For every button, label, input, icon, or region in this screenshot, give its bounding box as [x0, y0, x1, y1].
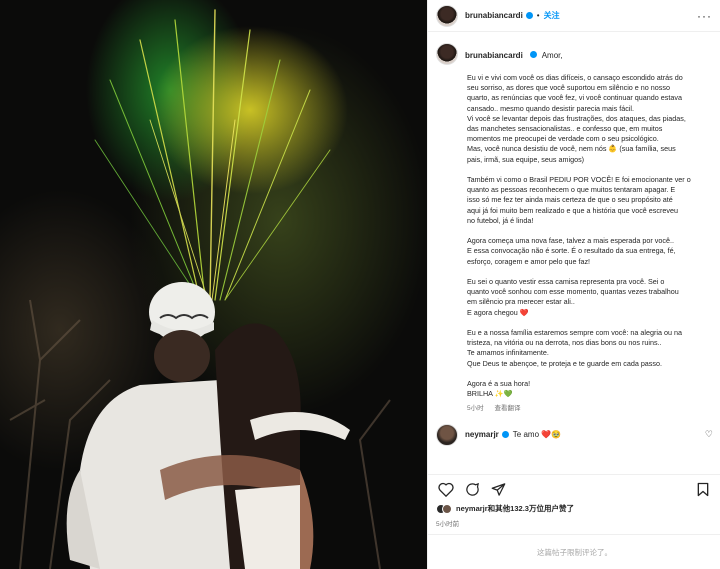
author-username[interactable]: brunabiancardi — [465, 11, 523, 20]
comment-username[interactable]: neymarjr — [465, 430, 499, 439]
action-bar — [428, 474, 720, 504]
caption-first-line: Amor, — [541, 51, 563, 60]
comment-icon[interactable] — [462, 480, 482, 500]
share-icon[interactable] — [488, 480, 508, 500]
comment-row: neymarjr Te amo ❤️🥹 ♡ — [436, 423, 713, 446]
likes-text: neymarjr和其他132.3万位用户赞了 — [456, 504, 574, 513]
like-icon[interactable] — [436, 480, 456, 500]
save-bookmark-icon[interactable] — [693, 480, 713, 500]
caption-time: 5小时 — [467, 404, 484, 412]
caption-text: Eu vi e vivi com você os dias difíceis, … — [467, 73, 691, 399]
separator-dot: • — [536, 11, 540, 20]
comment-like-icon[interactable]: ♡ — [705, 429, 713, 440]
caption-verified-badge-icon — [530, 51, 538, 58]
caption-header: brunabiancardi Amor, — [436, 43, 713, 67]
verified-badge-icon — [525, 12, 533, 19]
follow-button[interactable]: 关注 — [544, 10, 560, 21]
caption-first-line-row: brunabiancardi Amor, — [465, 43, 563, 67]
comment-verified-badge-icon — [501, 431, 509, 438]
caption-meta: 5小时 查看翻译 — [467, 402, 713, 412]
post-photo[interactable] — [0, 0, 427, 569]
translate-link[interactable]: 查看翻译 — [494, 405, 520, 412]
comment-text: Te amo ❤️🥹 — [512, 430, 562, 439]
caption-scroll-area[interactable]: brunabiancardi Amor, Eu vi e vivi com vo… — [428, 33, 720, 446]
post-header: brunabiancardi • 关注 ··· — [428, 0, 720, 32]
post-side-panel: brunabiancardi • 关注 ··· brunabiancardi A… — [427, 0, 720, 569]
comment-avatar[interactable] — [436, 423, 458, 446]
instagram-post-view: brunabiancardi • 关注 ··· brunabiancardi A… — [0, 0, 720, 569]
comments-limited-notice: 这篇帖子限制评论了。 — [428, 534, 720, 569]
more-options-icon[interactable]: ··· — [697, 9, 712, 23]
liker-avatar — [442, 503, 452, 514]
caption-author-username[interactable]: brunabiancardi — [465, 51, 523, 60]
caption-author-avatar[interactable] — [436, 43, 458, 65]
author-avatar[interactable] — [436, 4, 458, 27]
likes-summary[interactable]: neymarjr和其他132.3万位用户赞了 — [436, 503, 574, 514]
post-time: 5小时前 — [436, 521, 460, 528]
photo-illustration — [9, 9, 391, 569]
